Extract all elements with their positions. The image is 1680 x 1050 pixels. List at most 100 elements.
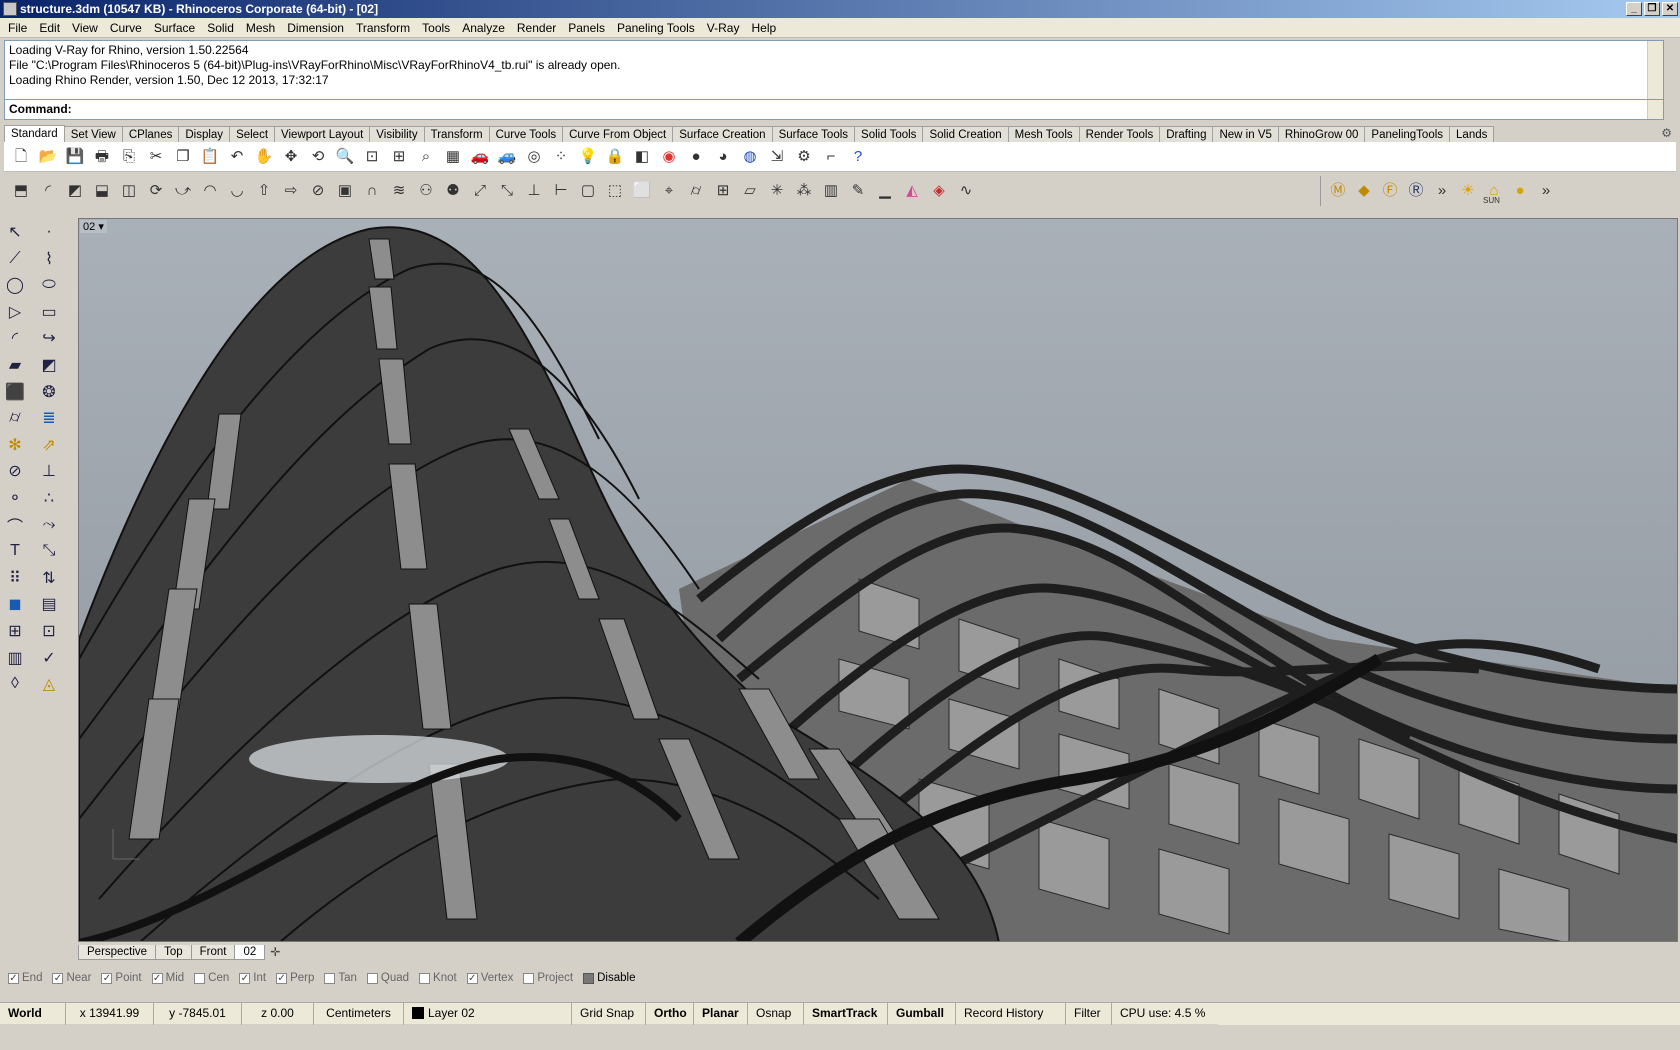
cube-color-icon[interactable]: ◈ [928,180,950,202]
osnap-end[interactable]: ✓ End [8,972,42,984]
smarttrack-toggle[interactable]: SmartTrack [804,1002,888,1025]
osnap-cen[interactable]: Cen [194,972,229,984]
check-icon[interactable]: ✓ [36,646,62,670]
tab-curve-tools[interactable]: Curve Tools [488,126,564,142]
wave-icon[interactable]: ≋ [388,180,410,202]
surface-tools-icon[interactable]: ≣ [36,406,62,430]
osnap-disable[interactable]: Disable [583,972,635,984]
curve-edit-icon[interactable]: ↪ [36,326,62,350]
array-icon[interactable]: ⊞ [2,619,28,643]
viewport-grid-icon[interactable]: ▦ [442,146,464,168]
more-icon[interactable]: » [1431,180,1453,202]
gumball-toggle[interactable]: Gumball [888,1002,956,1025]
osnap-checkbox[interactable] [583,972,595,984]
filter-toggle[interactable]: Filter [1066,1002,1112,1025]
measure-icon[interactable]: ⊡ [36,619,62,643]
tab-rhinogrow-00[interactable]: RhinoGrow 00 [1277,126,1366,142]
scatter-icon[interactable]: ⁂ [793,180,815,202]
tab-surface-tools[interactable]: Surface Tools [771,126,856,142]
menu-view[interactable]: View [66,18,104,38]
boolean-icon[interactable]: ◫ [118,180,140,202]
menu-help[interactable]: Help [745,18,782,38]
menu-paneling-tools[interactable]: Paneling Tools [611,18,701,38]
layer-icon[interactable]: ◧ [631,146,653,168]
history-scrollbar[interactable] [1647,41,1663,99]
frame-dots-icon[interactable]: ⬚ [604,180,626,202]
move-face-icon[interactable]: ⇧ [253,180,275,202]
more2-icon[interactable]: » [1535,180,1557,202]
solid-join-icon[interactable]: ⬓ [91,180,113,202]
osnap-vertex[interactable]: ✓ Vertex [466,972,513,984]
cap-icon[interactable]: ∩ [361,180,383,202]
osnap-checkbox[interactable] [324,972,336,984]
osnap-checkbox[interactable]: ✓ [276,972,288,984]
frame-icon[interactable]: ▢ [577,180,599,202]
tab-new-in-v5[interactable]: New in V5 [1212,126,1279,142]
close-button[interactable]: ✕ [1662,2,1678,16]
tab-top[interactable]: Top [155,944,192,960]
box-edge-icon[interactable]: ▣ [334,180,356,202]
color-wheel-icon[interactable]: ◉ [658,146,680,168]
menu-tools[interactable]: Tools [416,18,456,38]
tab-curve-from-object[interactable]: Curve From Object [562,126,674,142]
osnap-checkbox[interactable] [366,972,378,984]
curve-pick-icon[interactable]: ⤳ [36,513,62,537]
osnap-checkbox[interactable]: ✓ [151,972,163,984]
osnap-near[interactable]: ✓ Near [52,972,91,984]
target-icon[interactable]: ⌖ [658,180,680,202]
edit-icon[interactable]: ✎ [847,180,869,202]
grid-icon[interactable]: ⊞ [712,180,734,202]
tab-render-tools[interactable]: Render Tools [1078,126,1161,142]
menu-curve[interactable]: Curve [104,18,148,38]
osnap-checkbox[interactable] [419,972,431,984]
pan-icon[interactable]: ✥ [280,146,302,168]
book-open-icon[interactable]: ▥ [2,646,28,670]
vray-tag-icon[interactable]: ◆ [1353,180,1375,202]
viewport-02[interactable] [78,218,1678,942]
sphere-group-icon[interactable]: ⚬ [2,486,28,510]
ellipse-icon[interactable]: ⬭ [36,273,62,297]
extrude-icon[interactable]: ⬒ [10,180,32,202]
light-icon[interactable]: 💡 [577,146,599,168]
polyline-icon[interactable]: ⟋ [2,247,28,271]
tab-02[interactable]: 02 [234,944,266,960]
car-gray-icon[interactable]: 🚙 [496,146,518,168]
command-scrollbar[interactable] [1647,100,1663,119]
arrow-burst-icon[interactable]: ⇗ [36,433,62,457]
osnap-project[interactable]: Project [523,972,573,984]
osnap-point[interactable]: ✓ Point [101,972,142,984]
offset-icon[interactable]: ◠ [199,180,221,202]
zoom-extents-icon[interactable]: ⊞ [388,146,410,168]
fit-icon[interactable]: ⤢ [469,180,491,202]
tab-display[interactable]: Display [178,126,231,142]
restore-button[interactable]: ❐ [1644,2,1660,16]
osnap-quad[interactable]: Quad [366,972,409,984]
gear-icon[interactable]: ⚙ [1661,126,1672,140]
people-icon[interactable]: ⚇ [415,180,437,202]
cut-icon[interactable]: ✂ [145,146,167,168]
select-points-icon[interactable]: ⁘ [550,146,572,168]
tab-select[interactable]: Select [229,126,276,142]
sphere-shade-icon[interactable]: ● [685,146,707,168]
curve-wave-icon[interactable]: ∿ [955,180,977,202]
triangle-icon[interactable]: ▷ [2,300,28,324]
car-icon[interactable]: 🚗 [469,146,491,168]
dim-icon[interactable]: ⊢ [550,180,572,202]
sphere-material-icon[interactable]: ◕ [712,146,734,168]
vray-f-icon[interactable]: Ⓕ [1379,180,1401,202]
sphere-light-icon[interactable]: ● [1509,180,1531,202]
save-icon[interactable]: 💾 [64,146,86,168]
copy-icon[interactable]: ❐ [172,146,194,168]
paste-icon[interactable]: 📋 [199,146,221,168]
hatch-icon[interactable]: ▤ [36,592,62,616]
shell-icon[interactable]: ◡ [226,180,248,202]
undo-icon[interactable]: ↶ [226,146,248,168]
point-icon[interactable]: · [36,220,62,244]
tab-drafting[interactable]: Drafting [1159,126,1214,142]
import-icon[interactable]: ⎘ [118,146,140,168]
rectangle-icon[interactable]: ▭ [36,300,62,324]
vray-r-icon[interactable]: Ⓡ [1405,180,1427,202]
tab-cplanes[interactable]: CPlanes [121,126,180,142]
cplane-world[interactable]: World [0,1002,66,1025]
sun-icon[interactable]: ☀ [1457,180,1479,202]
